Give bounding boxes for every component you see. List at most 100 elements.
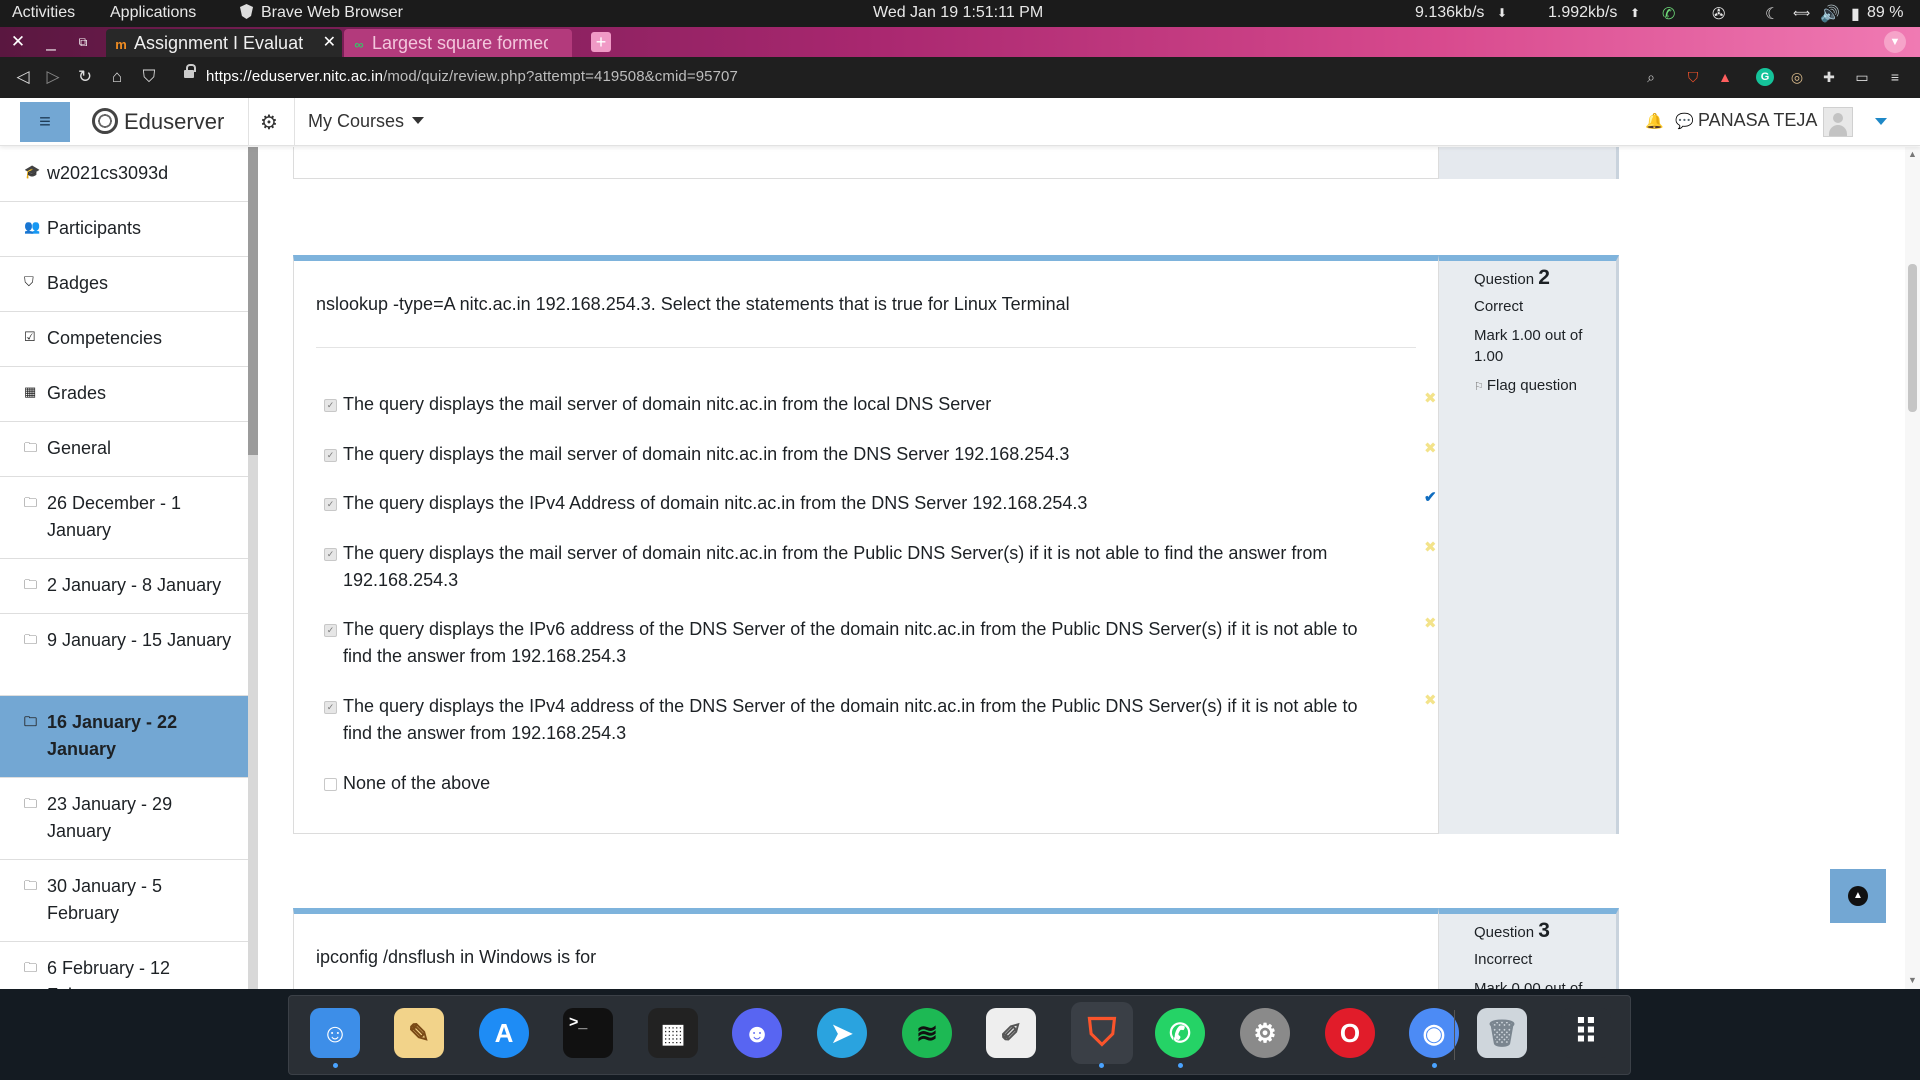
answer-text: The query displays the IPv4 address of t… <box>343 696 1358 743</box>
extension-owl-icon[interactable]: ◎ <box>1788 68 1806 86</box>
question-grade: Mark 1.00 out of 1.00 <box>1474 327 1583 365</box>
drawer-item-week[interactable]: 🗀 23 January - 29 January <box>0 778 248 860</box>
brand-name: Eduserver <box>124 109 225 134</box>
drawer-item-badges[interactable]: ⛉ Badges <box>0 257 248 312</box>
answer-checkbox[interactable]: ✓ <box>324 399 337 412</box>
drawer-item-week[interactable]: 🗀 9 January - 15 January <box>0 614 248 696</box>
cogs-icon[interactable]: ⚙ <box>260 110 278 135</box>
chromium-icon[interactable]: ◉ <box>1409 1008 1459 1058</box>
spotify-icon[interactable]: ≋ <box>902 1008 952 1058</box>
drawer-item-week-current[interactable]: 🗀 16 January - 22 January <box>0 696 248 778</box>
drawer-item-week[interactable]: 🗀6 February - 12 February <box>0 942 248 989</box>
tab-largest-square[interactable]: ∞ Largest square formed <box>344 29 572 57</box>
active-app-menu[interactable]: Brave Web Browser <box>240 4 403 22</box>
drawer-item-competencies[interactable]: ☑ Competencies <box>0 312 248 367</box>
user-menu-caret-icon[interactable] <box>1875 118 1887 125</box>
incorrect-mark-icon: ✖ <box>1424 692 1437 709</box>
tab-close-icon[interactable]: ✕ <box>323 29 336 57</box>
drawer-scrollbar-thumb[interactable] <box>248 147 258 455</box>
drawer-item-course[interactable]: 🎓 w2021cs3093d <box>0 147 248 202</box>
tab-assignment[interactable]: m Assignment I Evaluat ✕ <box>106 29 342 57</box>
whatsapp-tray-icon[interactable]: ✆ <box>1662 4 1675 24</box>
drawer-item-week[interactable]: 🗀 2 January - 8 January <box>0 559 248 614</box>
answer-checkbox[interactable] <box>324 778 337 791</box>
answer-checkbox[interactable]: ✓ <box>324 449 337 462</box>
wallet-icon[interactable]: ▭ <box>1853 68 1871 86</box>
drawer-item-week[interactable]: 🗀 26 December - 1 January <box>0 477 248 559</box>
scroll-down-arrow-icon[interactable]: ▼ <box>1908 975 1917 985</box>
forward-icon[interactable]: ▷ <box>42 66 64 88</box>
question-card: nslookup -type=A nitc.ac.in 192.168.254.… <box>293 255 1619 834</box>
page-scrollbar[interactable]: ▲ ▼ <box>1905 147 1920 989</box>
url-text[interactable]: https://eduserver.nitc.ac.in/mod/quiz/re… <box>206 68 738 85</box>
trash-icon[interactable]: 🗑 <box>1477 1008 1527 1058</box>
night-light-icon[interactable]: ☾ <box>1765 4 1779 24</box>
terminal-icon[interactable]: >_ <box>563 1008 613 1058</box>
bookmark-icon[interactable]: ⛉ <box>138 66 160 88</box>
home-icon[interactable]: ⌂ <box>106 66 128 88</box>
answer-checkbox[interactable]: ✓ <box>324 498 337 511</box>
messages-icon[interactable]: 💬 <box>1675 112 1694 130</box>
finder-icon[interactable]: ☺ <box>310 1008 360 1058</box>
new-tab-button[interactable]: + <box>591 32 611 52</box>
grammarly-icon[interactable]: G <box>1756 68 1774 86</box>
brave-rewards-icon[interactable]: ▲ <box>1716 68 1734 86</box>
address-bar[interactable]: https://eduserver.nitc.ac.in/mod/quiz/re… <box>176 62 1666 92</box>
network-icon[interactable]: ⟺ <box>1793 6 1810 20</box>
text-editor-icon[interactable]: ✎ <box>394 1008 444 1058</box>
brave-icon[interactable]: ⛉ <box>1071 1002 1133 1064</box>
telegram-icon[interactable]: ➤ <box>817 1008 867 1058</box>
scroll-up-arrow-icon[interactable]: ▲ <box>1908 149 1917 159</box>
notifications-bell-icon[interactable]: 🔔 <box>1645 112 1664 130</box>
answer-text: The query displays the mail server of do… <box>343 444 1070 464</box>
back-icon[interactable]: ◁ <box>12 66 34 88</box>
page-scrollbar-thumb[interactable] <box>1908 264 1917 412</box>
profile-menu-icon[interactable]: ▼ <box>1884 31 1906 53</box>
window-minimize-icon[interactable]: _ <box>36 27 66 57</box>
my-courses-menu[interactable]: My Courses <box>308 111 425 132</box>
drawer-item-week[interactable]: 🗀 30 January - 5 February <box>0 860 248 942</box>
battery-level: 89 % <box>1867 4 1904 21</box>
user-name[interactable]: PANASA TEJA <box>1698 110 1817 131</box>
notes-icon[interactable]: ✐ <box>986 1008 1036 1058</box>
question-content: ipconfig /dnsflush in Windows is for <box>293 908 1439 989</box>
volume-icon[interactable]: 🔊 <box>1820 4 1840 24</box>
discord-icon[interactable]: ☻ <box>732 1008 782 1058</box>
answer-checkbox[interactable]: ✓ <box>324 624 337 637</box>
flag-question-link[interactable]: ⚐ Flag question <box>1474 377 1616 394</box>
drawer-toggle-button[interactable]: ≡ <box>20 102 70 142</box>
caret-down-icon <box>412 117 425 124</box>
app-grid-icon[interactable]: ⠿ <box>1561 1008 1611 1058</box>
back-to-top-button[interactable]: ▲ <box>1830 869 1886 923</box>
answer-checkbox[interactable]: ✓ <box>324 548 337 561</box>
calculator-icon[interactable]: ▦ <box>648 1008 698 1058</box>
settings-icon[interactable]: ⚙ <box>1240 1008 1290 1058</box>
answer-checkbox[interactable]: ✓ <box>324 701 337 714</box>
flag-icon: ⚐ <box>1474 381 1484 393</box>
activities-button[interactable]: Activities <box>12 4 75 22</box>
opera-icon[interactable]: O <box>1325 1008 1375 1058</box>
extensions-icon[interactable]: ✚ <box>1820 68 1838 86</box>
drawer-item-grades[interactable]: ▦ Grades <box>0 367 248 422</box>
download-arrow-icon: ⬇ <box>1497 6 1508 20</box>
moodle-navbar: ≡ Eduserver ⚙ My Courses 🔔 💬 PANASA TEJA <box>0 98 1920 146</box>
drawer-item-participants[interactable]: 👥 Participants <box>0 202 248 257</box>
app-store-icon[interactable]: A <box>479 1008 529 1058</box>
battery-icon[interactable]: ▮ <box>1851 4 1860 24</box>
drawer-scrollbar[interactable] <box>248 147 258 989</box>
browser-toolbar: ◁ ▷ ↻ ⌂ ⛉ https://eduserver.nitc.ac.in/m… <box>0 57 1920 98</box>
avatar[interactable] <box>1823 107 1853 137</box>
brave-shields-icon[interactable]: ⛉ <box>1684 68 1702 86</box>
zoom-icon[interactable]: ⌕ <box>1642 68 1660 86</box>
clock[interactable]: Wed Jan 19 1:51:11 PM <box>873 4 1043 22</box>
whatsapp-icon[interactable]: ✆ <box>1155 1008 1205 1058</box>
drawer-item-general[interactable]: 🗀 General <box>0 422 248 477</box>
menu-icon[interactable]: ≡ <box>1886 68 1904 86</box>
accessibility-icon[interactable]: ✇ <box>1712 4 1725 24</box>
window-close-icon[interactable]: ✕ <box>3 27 33 57</box>
applications-menu[interactable]: Applications <box>110 4 196 22</box>
reload-icon[interactable]: ↻ <box>74 66 96 88</box>
window-restore-icon[interactable]: ⧉ <box>68 27 98 57</box>
question-number: Question 3 <box>1474 919 1550 942</box>
site-brand[interactable]: Eduserver <box>92 107 224 137</box>
